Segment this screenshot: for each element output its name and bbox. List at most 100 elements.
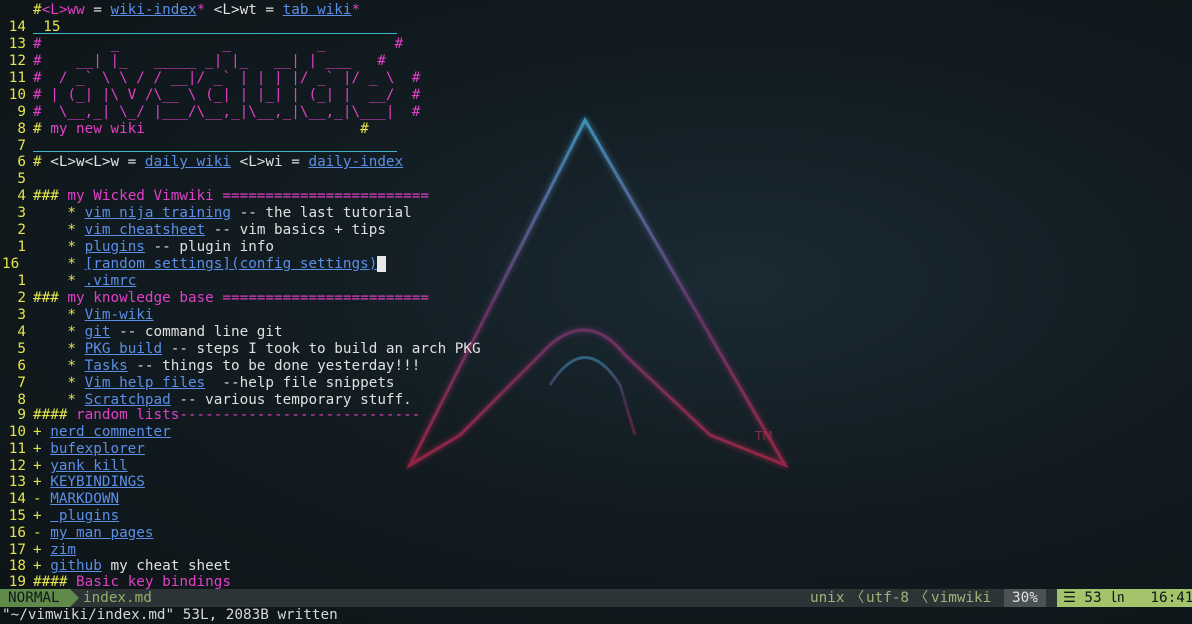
line-number: 18 (8, 558, 26, 574)
line-number: 12 (8, 53, 26, 69)
list-item: 7 * Vim help files --help file snippets (0, 375, 394, 392)
item-description: -- plugin info (144, 239, 275, 255)
wiki-link[interactable]: my man pages (50, 525, 153, 541)
wiki-link[interactable]: plugins (50, 508, 119, 524)
bullet: + (33, 441, 42, 457)
star-mark: * (351, 2, 361, 18)
bullet: * (33, 239, 77, 255)
line-number: 8 (17, 121, 26, 137)
list-item: 11 + bufexplorer (0, 441, 145, 458)
buffer-line: 7 (0, 138, 26, 155)
wiki-link[interactable]: Vim-wiki (85, 307, 154, 323)
wiki-link[interactable]: vim cheatsheet (85, 222, 206, 238)
status-line: NORMAL index.md unix 〈 utf-8 〈 vimwiki 3… (0, 589, 1192, 607)
wiki-link[interactable]: yank kill (50, 458, 127, 474)
buffer-line: 6 # <L>w<L>w = daily wiki <L>wi = daily-i… (0, 154, 403, 171)
wiki-link[interactable]: daily-index (308, 154, 403, 170)
wiki-link[interactable]: vim nija training (85, 205, 231, 221)
wiki-link[interactable]: .vimrc (85, 273, 137, 289)
line-number: 14 (8, 491, 26, 507)
hash-mark: # (144, 121, 369, 137)
wiki-link[interactable]: tab wiki (283, 2, 352, 18)
wiki-link[interactable]: Vim help files (85, 375, 206, 391)
list-item: 6 * Tasks -- things to be done yesterday… (0, 358, 420, 375)
line-number: 10 (8, 87, 26, 103)
buffer-line: 11 # / _` \ \ / / __|/ _` | | | |/ _` |/ … (0, 70, 421, 87)
horizontal-rule (33, 33, 397, 34)
wiki-link[interactable]: MARKDOWN (50, 491, 119, 507)
mode-separator-icon (70, 589, 79, 607)
buffer-line: 13 # _ _ _ # (0, 36, 403, 53)
wiki-link[interactable]: nerd commenter (50, 424, 171, 440)
wiki-link[interactable]: daily wiki (145, 154, 231, 170)
bullet: * (33, 256, 77, 272)
section-heading: random lists---------------------------- (67, 407, 421, 423)
item-description: -- command line git (110, 324, 283, 340)
ascii-art-line: # \__,_| \_/ |___/\__,_|\__,_|\__,_|\___… (33, 104, 421, 120)
chevron-left-icon: 〈 (850, 590, 865, 606)
wiki-link[interactable]: [random settings](config settings) (85, 256, 378, 272)
list-item: 12 + yank kill (0, 458, 128, 475)
wiki-subtitle: my new wiki (41, 121, 145, 137)
list-item: 5 * PKG build -- steps I took to build a… (0, 341, 480, 358)
line-number: 10 (8, 424, 26, 440)
line-number: 17 (8, 542, 26, 558)
list-item: 3 * vim nija training -- the last tutori… (0, 205, 411, 222)
line-number: 5 (17, 341, 26, 357)
ascii-art-line: # / _` \ \ / / __|/ _` | | | |/ _` |/ _ … (33, 70, 421, 86)
wiki-link[interactable]: wiki-index (110, 2, 196, 18)
line-number: 6 (17, 358, 26, 374)
item-description: -- various temporary stuff. (170, 392, 412, 408)
line-number: 14 (8, 19, 26, 35)
line-number: 2 (17, 290, 26, 306)
wiki-link[interactable]: github (50, 558, 102, 574)
bullet: * (33, 375, 77, 391)
bullet: + (33, 508, 42, 524)
equals-text: = (84, 2, 111, 18)
wiki-link[interactable]: Tasks (85, 358, 128, 374)
line-number: 15 (8, 508, 26, 524)
hash-mark: # (33, 2, 42, 18)
keybind-text: <L>wi (230, 154, 283, 170)
list-item: 1 * plugins -- plugin info (0, 239, 274, 256)
line-number: 4 (17, 188, 26, 204)
current-line: 16 * [random settings](config settings) (0, 256, 386, 273)
wiki-link[interactable]: zim (50, 542, 76, 558)
wiki-link[interactable]: plugins (85, 239, 145, 255)
line-number: 12 (8, 458, 26, 474)
line-number: 3 (17, 307, 26, 323)
line-number: 5 (17, 171, 26, 187)
hash-mark: #### (33, 407, 68, 423)
bullet: * (33, 205, 77, 221)
list-item: 10 + nerd commenter (0, 424, 171, 441)
ascii-art-line: # __| |_ _____ _| |_ __| | ___ # (33, 53, 386, 69)
line-number: 13 (8, 474, 26, 490)
ascii-art-line: # _ _ _ # (33, 36, 404, 52)
wiki-link[interactable]: Scratchpad (85, 392, 171, 408)
horizontal-rule (33, 151, 397, 152)
list-item: 3 * Vim-wiki (0, 307, 153, 324)
wiki-link[interactable]: bufexplorer (50, 441, 145, 457)
list-item: 17 + zim (0, 542, 76, 559)
bullet: * (33, 324, 77, 340)
bullet: * (33, 222, 77, 238)
bullet: + (33, 474, 42, 490)
bullet: - (33, 525, 42, 541)
item-description: -- steps I took to build an arch PKG (162, 341, 481, 357)
bullet: * (33, 307, 77, 323)
buffer-line: 9 # \__,_| \_/ |___/\__,_|\__,_|\__,_|\__… (0, 104, 420, 121)
line-number: 3 (17, 205, 26, 221)
line-number: 1 (17, 273, 26, 289)
current-line-number: 16 (2, 256, 20, 272)
bullet: * (33, 392, 77, 408)
file-format: unix (810, 590, 845, 606)
section-heading: my Wicked Vimwiki ======================… (58, 188, 429, 204)
wiki-link[interactable]: git (85, 324, 111, 340)
buffer-line: 2 ### my knowledge base =================… (0, 290, 429, 307)
command-line-message: "~/vimwiki/index.md" 53L, 2083B written (2, 607, 338, 623)
wiki-link[interactable]: PKG build (85, 341, 162, 357)
wiki-link[interactable]: KEYBINDINGS (50, 474, 145, 490)
list-item: 16- my man pages (0, 525, 154, 542)
list-item: 1 * .vimrc (0, 273, 136, 290)
